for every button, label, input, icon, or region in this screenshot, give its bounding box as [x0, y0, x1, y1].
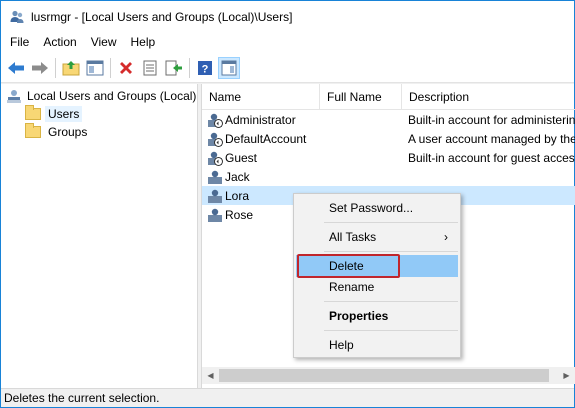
window-title: lusrmgr - [Local Users and Groups (Local… [31, 9, 293, 24]
menu-separator [324, 251, 458, 252]
column-header-description[interactable]: Description [402, 84, 575, 110]
tree-item-users[interactable]: Users [25, 105, 83, 123]
toolbar: ? [1, 53, 574, 83]
users-app-icon [9, 9, 25, 25]
toolbar-separator [110, 57, 111, 78]
export-list-icon[interactable] [163, 57, 185, 79]
menu-file[interactable]: File [1, 32, 36, 53]
back-arrow-icon[interactable] [5, 57, 27, 79]
menu-bar: File Action View Help [1, 32, 574, 53]
toolbar-separator [55, 57, 56, 78]
menu-item-help[interactable]: Help [296, 334, 458, 356]
menu-help[interactable]: Help [124, 32, 163, 53]
scrollbar-thumb[interactable] [219, 369, 549, 382]
tree-pane: Local Users and Groups (Local) Users Gro… [1, 84, 198, 388]
menu-view[interactable]: View [84, 32, 124, 53]
tree-root-label: Local Users and Groups (Local) [27, 89, 197, 103]
properties-icon[interactable] [139, 57, 161, 79]
submenu-arrow-icon: › [444, 230, 448, 244]
tree-item-groups[interactable]: Groups [25, 123, 90, 141]
column-header-name[interactable]: Name [202, 84, 320, 110]
folder-icon [25, 123, 41, 138]
toolbar-separator [189, 57, 190, 78]
help-icon[interactable]: ? [194, 57, 216, 79]
cell-name: Guest [202, 150, 320, 166]
user-icon [207, 169, 223, 185]
user-disabled-icon [207, 150, 223, 166]
folder-icon [25, 105, 41, 120]
menu-separator [324, 330, 458, 331]
cell-description: A user account managed by the [408, 131, 575, 146]
table-row[interactable]: DefaultAccount A user account managed by… [202, 129, 575, 148]
table-row[interactable]: Guest Built-in account for guest acces [202, 148, 575, 167]
cell-name: DefaultAccount [202, 131, 320, 147]
cell-description: Built-in account for guest acces [408, 150, 575, 165]
menu-item-all-tasks-label: All Tasks [329, 230, 377, 244]
scroll-right-arrow-icon[interactable]: ▶ [558, 367, 575, 384]
horizontal-scrollbar[interactable]: ◀ ▶ [202, 367, 575, 384]
forward-arrow-icon[interactable] [29, 57, 51, 79]
svg-text:?: ? [202, 63, 209, 75]
delete-icon[interactable] [115, 57, 137, 79]
menu-separator [324, 301, 458, 302]
show-hide-tree-icon[interactable] [84, 57, 106, 79]
app-window: lusrmgr - [Local Users and Groups (Local… [0, 0, 575, 408]
highlight-box [297, 254, 400, 278]
menu-item-all-tasks[interactable]: All Tasks › [296, 226, 458, 248]
tree-root[interactable]: Local Users and Groups (Local) [6, 87, 199, 105]
scroll-left-arrow-icon[interactable]: ◀ [202, 367, 219, 384]
user-disabled-icon [207, 131, 223, 147]
up-folder-icon[interactable] [60, 57, 82, 79]
menu-item-rename[interactable]: Rename [296, 276, 458, 298]
tree-item-groups-label: Groups [48, 125, 88, 139]
cell-name: Administrator [202, 112, 320, 128]
user-disabled-icon [207, 112, 223, 128]
cell-description: Built-in account for administering [408, 112, 575, 127]
menu-item-set-password[interactable]: Set Password... [296, 197, 458, 219]
menu-item-properties[interactable]: Properties [296, 305, 458, 327]
user-icon [207, 188, 223, 204]
menu-separator [324, 222, 458, 223]
column-header-full-name[interactable]: Full Name [320, 84, 402, 110]
status-bar: Deletes the current selection. [1, 388, 574, 407]
cell-name: Jack [202, 169, 320, 185]
list-header: Name Full Name Description [202, 84, 575, 110]
show-hide-action-pane-icon[interactable] [218, 56, 240, 79]
tree-item-users-label: Users [45, 106, 83, 122]
user-icon [207, 207, 223, 223]
table-row[interactable]: Jack [202, 167, 575, 186]
users-group-icon [6, 88, 22, 104]
menu-action[interactable]: Action [36, 32, 83, 53]
table-row[interactable]: Administrator Built-in account for admin… [202, 110, 575, 129]
title-bar[interactable]: lusrmgr - [Local Users and Groups (Local… [1, 1, 574, 32]
